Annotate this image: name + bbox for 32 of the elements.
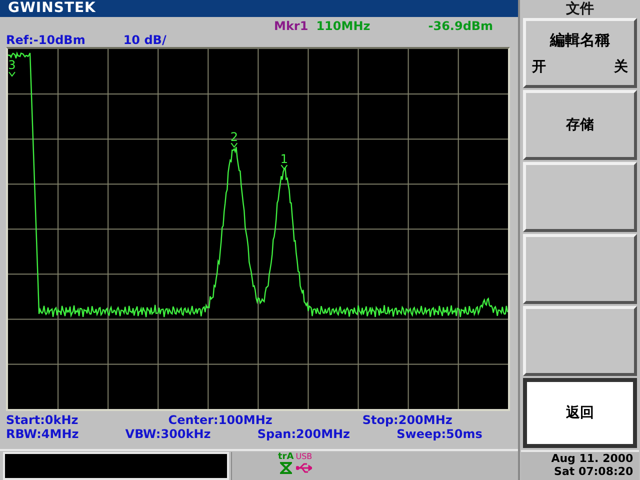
marker-number: 1 [280, 152, 288, 166]
marker-number: 3 [8, 58, 16, 72]
trigger-label: trA [278, 452, 294, 462]
brand-logo: GWINSTEK [8, 0, 96, 16]
time-text: Sat 07:08:20 [554, 465, 634, 478]
menu-title: 文件 [566, 0, 594, 18]
sweep-setting: Sweep:50ms [396, 427, 482, 442]
softkey-button[interactable]: 存储 [523, 90, 638, 160]
softkey-button[interactable]: 返回 [523, 378, 638, 448]
sweep-setting: VBW:300kHz [125, 427, 211, 442]
softkey-button[interactable] [523, 162, 638, 232]
softkey-button[interactable]: 編輯名稱 开 关 [523, 18, 638, 88]
usb-icon [296, 462, 312, 474]
reference-level: Ref:-10dBm [6, 32, 86, 47]
sweep-setting: RBW:4MHz [6, 427, 79, 442]
sweep-setting: Center:100MHz [168, 413, 272, 428]
marker-icon [280, 164, 288, 170]
softkey-button[interactable] [523, 306, 638, 376]
usb-label: USB [296, 452, 312, 462]
marker-amplitude: -36.9dBm [428, 18, 494, 33]
softkey-button[interactable] [523, 234, 638, 304]
marker-icon [230, 142, 238, 148]
marker-frequency: 110MHz [316, 18, 370, 33]
marker-icon [8, 71, 16, 77]
scale-per-division: 10 dB/ [123, 32, 166, 47]
date-text: Aug 11. 2000 [551, 452, 634, 465]
marker-number: 2 [230, 130, 238, 144]
sweep-setting: Span:200MHz [257, 427, 350, 442]
marker-label: Mkr1 [274, 18, 308, 33]
sweep-setting: Stop:200MHz [362, 413, 452, 428]
sweep-setting: Start:0kHz [6, 413, 78, 428]
hourglass-icon [280, 462, 292, 474]
